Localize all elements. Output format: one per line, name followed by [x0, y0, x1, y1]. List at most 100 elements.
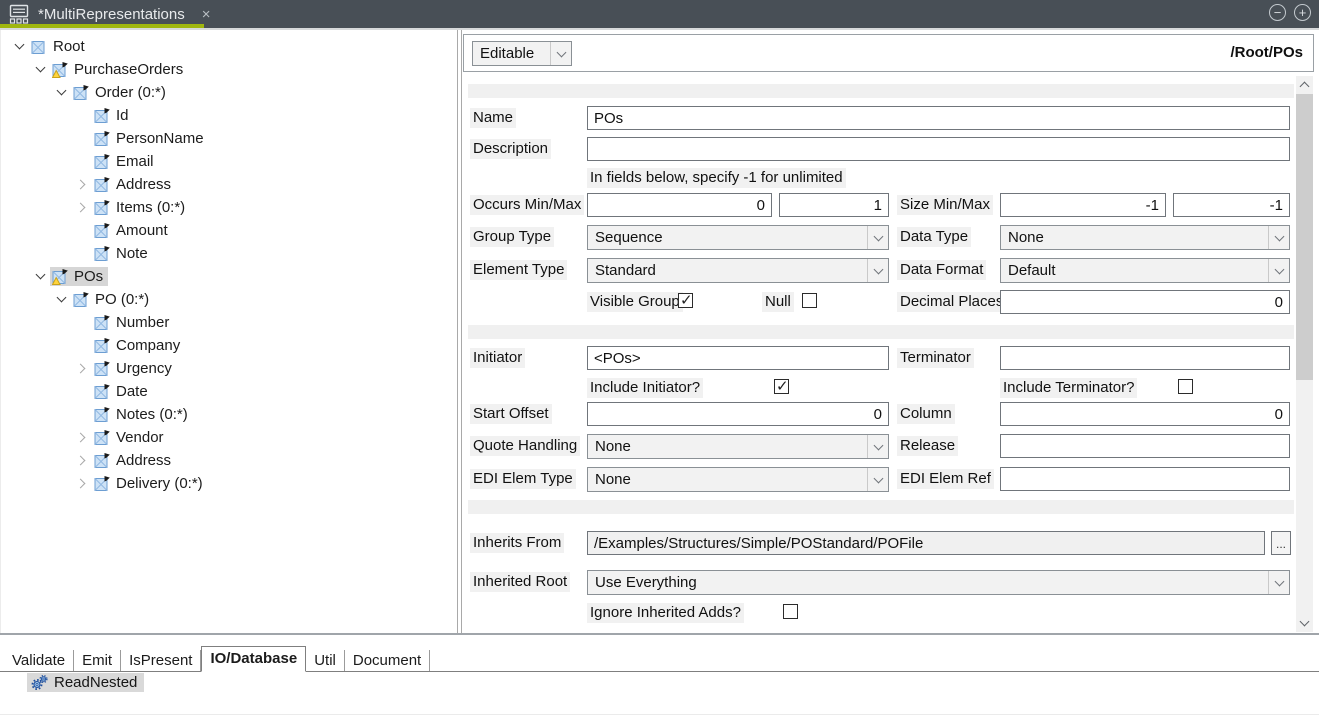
expand-chevron-icon[interactable] [72, 365, 92, 372]
tree-item-id[interactable]: Id [1, 104, 457, 127]
tree-item-notes-0[interactable]: Notes (0:*) [1, 403, 457, 426]
expand-chevron-icon[interactable] [72, 434, 92, 441]
null-checkbox[interactable] [802, 293, 817, 308]
edi-elem-ref-input[interactable] [1000, 467, 1290, 491]
tree-item-root[interactable]: Root [1, 35, 457, 58]
scroll-up-icon[interactable] [1296, 76, 1313, 93]
quote-handling-select[interactable]: None [587, 434, 889, 459]
tree-item-company[interactable]: Company [1, 334, 457, 357]
include-initiator-label: Include Initiator? [587, 378, 703, 398]
tab-validate[interactable]: Validate [4, 650, 74, 671]
tree-item-address[interactable]: Address [1, 173, 457, 196]
element-type-label: Element Type [470, 260, 567, 280]
chevron-down-icon [1268, 226, 1289, 249]
node-icon [94, 337, 111, 354]
start-offset-input[interactable] [587, 402, 889, 426]
initiator-label: Initiator [470, 348, 525, 368]
node-icon [73, 84, 90, 101]
terminator-input[interactable] [1000, 346, 1290, 370]
tree-item-label: Date [116, 383, 148, 400]
tree-item-purchaseorders[interactable]: PurchaseOrders [1, 58, 457, 81]
collapse-chevron-icon[interactable] [51, 298, 71, 301]
collapse-chevron-icon[interactable] [9, 45, 29, 48]
edit-mode-value: Editable [480, 45, 534, 62]
group-type-value: Sequence [595, 229, 663, 246]
expand-all-icon[interactable]: + [1294, 4, 1311, 21]
description-input[interactable] [587, 137, 1290, 161]
data-type-select[interactable]: None [1000, 225, 1290, 250]
expand-chevron-icon[interactable] [72, 480, 92, 487]
tree-item-amount[interactable]: Amount [1, 219, 457, 242]
ignore-inherited-adds-label: Ignore Inherited Adds? [587, 603, 744, 623]
decimal-places-label: Decimal Places [897, 292, 1006, 312]
tree-item-urgency[interactable]: Urgency [1, 357, 457, 380]
vertical-scrollbar[interactable] [1296, 76, 1313, 632]
inherited-root-select[interactable]: Use Everything [587, 570, 1290, 595]
tree-item-delivery-0[interactable]: Delivery (0:*) [1, 472, 457, 495]
tab-ispresent[interactable]: IsPresent [121, 650, 201, 671]
editor-form: Name Description In fields below, specif… [462, 76, 1297, 632]
tree-item-personname[interactable]: PersonName [1, 127, 457, 150]
size-min-input[interactable] [1000, 193, 1166, 217]
tree-item-address[interactable]: Address [1, 449, 457, 472]
element-type-select[interactable]: Standard [587, 258, 889, 283]
section-separator [468, 325, 1294, 339]
release-input[interactable] [1000, 434, 1290, 458]
data-type-value: None [1008, 229, 1044, 246]
expand-chevron-icon[interactable] [72, 181, 92, 188]
visible-group-checkbox[interactable] [678, 293, 693, 308]
tab-emit[interactable]: Emit [74, 650, 121, 671]
decimal-places-input[interactable] [1000, 290, 1290, 314]
tree-item-email[interactable]: Email [1, 150, 457, 173]
title-bar: *MultiRepresentations × − + [0, 0, 1319, 28]
release-label: Release [897, 436, 958, 456]
tree-item-date[interactable]: Date [1, 380, 457, 403]
occurs-min-input[interactable] [587, 193, 772, 217]
browse-button[interactable]: ... [1271, 531, 1291, 555]
group-type-select[interactable]: Sequence [587, 225, 889, 250]
scroll-down-icon[interactable] [1296, 615, 1313, 632]
node-icon [94, 429, 111, 446]
node-icon [94, 475, 111, 492]
chevron-down-icon [867, 226, 888, 249]
occurs-max-input[interactable] [779, 193, 889, 217]
collapse-chevron-icon[interactable] [30, 68, 50, 71]
expand-chevron-icon[interactable] [72, 204, 92, 211]
close-tab-icon[interactable]: × [199, 6, 214, 23]
tab-io-database[interactable]: IO/Database [201, 646, 306, 672]
scrollbar-thumb[interactable] [1296, 94, 1313, 380]
collapse-chevron-icon[interactable] [30, 275, 50, 278]
node-editor-panel: Editable /Root/POs Name Description In f… [461, 30, 1319, 633]
collapse-chevron-icon[interactable] [51, 91, 71, 94]
tree-item-items-0[interactable]: Items (0:*) [1, 196, 457, 219]
name-input[interactable] [587, 106, 1290, 130]
tree-item-label: Id [116, 107, 129, 124]
tree-item-number[interactable]: Number [1, 311, 457, 334]
data-format-select[interactable]: Default [1000, 258, 1290, 283]
column-input[interactable] [1000, 402, 1290, 426]
node-icon [94, 199, 111, 216]
include-initiator-checkbox[interactable] [774, 379, 789, 394]
node-icon [94, 452, 111, 469]
expand-chevron-icon[interactable] [72, 457, 92, 464]
include-terminator-checkbox[interactable] [1178, 379, 1193, 394]
initiator-input[interactable] [587, 346, 889, 370]
edit-mode-select[interactable]: Editable [472, 41, 572, 66]
edi-elem-type-select[interactable]: None [587, 467, 889, 492]
size-max-input[interactable] [1173, 193, 1290, 217]
collapse-all-icon[interactable]: − [1269, 4, 1286, 21]
inherits-from-input[interactable] [587, 531, 1265, 555]
tree-item-pos[interactable]: POs [1, 265, 457, 288]
function-item-readnested[interactable]: ReadNested [27, 673, 144, 692]
chevron-down-icon [1268, 571, 1289, 594]
tree-item-vendor[interactable]: Vendor [1, 426, 457, 449]
tree-item-order-0[interactable]: Order (0:*) [1, 81, 457, 104]
tab-document[interactable]: Document [345, 650, 430, 671]
tree-item-label: Root [53, 38, 85, 55]
element-type-value: Standard [595, 262, 656, 279]
tab-util[interactable]: Util [306, 650, 345, 671]
tree-item-po-0[interactable]: PO (0:*) [1, 288, 457, 311]
ignore-inherited-adds-checkbox[interactable] [783, 604, 798, 619]
tree-item-note[interactable]: Note [1, 242, 457, 265]
tree-item-label: Notes (0:*) [116, 406, 188, 423]
